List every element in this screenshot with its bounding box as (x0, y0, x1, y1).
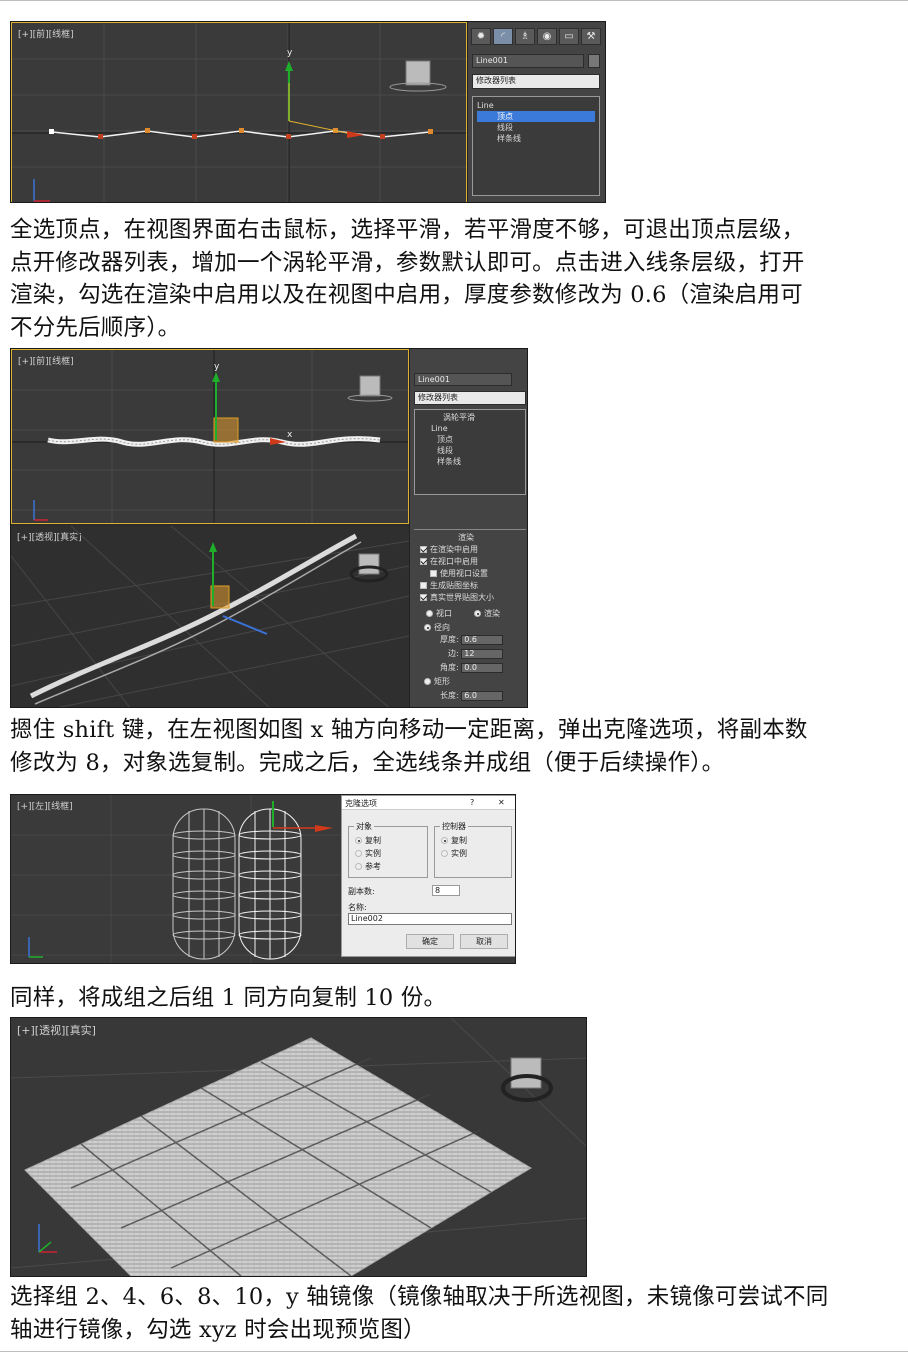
front-viewport[interactable]: [+][前][线框] y x (11, 349, 409, 524)
controller-group: 控制器 复制 实例 (434, 821, 512, 878)
display-tab-icon[interactable]: ▭ (559, 28, 579, 45)
motion-tab-icon[interactable]: ◉ (537, 28, 557, 45)
close-icon[interactable]: ✕ (498, 798, 505, 807)
modifier-stack: Line 顶点 线段 样条线 (472, 96, 600, 196)
instruction-paragraph-1: 全选顶点，在视图界面右击鼠标，选择平滑，若平滑度不够，可退出顶点层级， 点开修改… (10, 214, 900, 344)
perspective-viewport[interactable]: [+][透视][真实] (11, 1018, 586, 1276)
viewcube-icon (389, 60, 447, 92)
rollout-title[interactable]: 渲染 (458, 532, 474, 543)
angle-spinner[interactable]: 角度: 0.0 (440, 662, 504, 673)
help-icon[interactable]: ? (470, 798, 474, 807)
group-title: 控制器 (440, 821, 468, 832)
copies-spinner[interactable]: 8 (432, 885, 460, 896)
utilities-tab-icon[interactable]: ⚒ (581, 28, 601, 45)
dialog-title: 克隆选项 (345, 799, 377, 808)
panel-tabs: ✹ ◜ ♗ ◉ ▭ ⚒ (471, 28, 601, 45)
instruction-paragraph-4: 选择组 2、4、6、8、10，y 轴镜像（镜像轴取决于所选视图，未镜像可尝试不同… (10, 1281, 900, 1346)
controller-copy-radio[interactable]: 复制 (441, 835, 467, 846)
stack-item-spline[interactable]: 样条线 (419, 456, 521, 467)
wire-tube-right (238, 808, 302, 960)
woven-surface (24, 1037, 532, 1276)
radial-radio[interactable]: 径向 (424, 622, 450, 633)
generate-mapping-checkbox[interactable]: 生成贴图坐标 (420, 580, 478, 591)
viewport-drawing (11, 1018, 586, 1276)
stack-item-line[interactable]: Line (419, 423, 521, 434)
object-reference-radio[interactable]: 参考 (355, 861, 381, 872)
real-world-map-size-checkbox[interactable]: 真实世界贴图大小 (420, 592, 494, 603)
perspective-viewport[interactable]: [+][透视][真实] (11, 526, 409, 707)
paragraph-line: 轴进行镜像，勾选 xyz 时会出现预览图） (10, 1316, 426, 1343)
stack-item-spline[interactable]: 样条线 (477, 133, 595, 144)
screenshot-clone-options: [+][左][线框] 克隆选项 ? ✕ 对象 复制 实例 参考 控制器 复制 实… (10, 794, 516, 964)
enable-in-viewport-checkbox[interactable]: 在视口中启用 (420, 556, 478, 567)
name-label: 名称: (348, 903, 367, 912)
wire-tube-left (172, 808, 236, 960)
viewport-radio[interactable]: 视口 (426, 608, 452, 619)
instruction-paragraph-3: 同样，将成组之后组 1 同方向复制 10 份。 (10, 982, 900, 1015)
controller-instance-radio[interactable]: 实例 (441, 848, 467, 859)
command-panel: ✹ ◜ ♗ ◉ ▭ ⚒ Line001 修改器列表 Line 顶点 线段 样条线 (467, 22, 605, 202)
viewport-drawing (12, 23, 466, 202)
screenshot-woven-surface: [+][透视][真实] (10, 1017, 587, 1277)
stack-item-vertex[interactable]: 顶点 (419, 434, 521, 445)
create-tab-icon[interactable]: ✹ (471, 28, 491, 45)
gizmo-y-label: y (287, 48, 293, 58)
instruction-paragraph-2: 摁住 shift 键，在左视图如图 x 轴方向移动一定距离，弹出克隆选项，将副本… (10, 714, 900, 779)
object-name-field[interactable]: Line001 (414, 373, 512, 386)
command-panel: Line001 修改器列表 涡轮平滑 Line 顶点 线段 样条线 渲染 在渲染… (409, 349, 527, 707)
stack-item-segment[interactable]: 线段 (477, 122, 595, 133)
paragraph-line: 渲染，勾选在渲染中启用以及在视图中启用，厚度参数修改为 0.6（渲染启用可 (10, 282, 803, 308)
object-group: 对象 复制 实例 参考 (348, 821, 428, 878)
rectangular-radio[interactable]: 矩形 (424, 676, 450, 687)
page-top-rule (0, 0, 908, 1)
hierarchy-tab-icon[interactable]: ♗ (515, 28, 535, 45)
paragraph-line: 选择组 2、4、6、8、10，y 轴镜像（镜像轴取决于所选视图，未镜像可尝试不同 (10, 1284, 829, 1310)
dialog-titlebar: 克隆选项 ? ✕ (342, 796, 515, 810)
thickness-spinner[interactable]: 厚度: 0.6 (440, 634, 504, 645)
gizmo-y-label: y (214, 362, 220, 372)
viewport-drawing (11, 526, 409, 707)
clone-options-dialog: 克隆选项 ? ✕ 对象 复制 实例 参考 控制器 复制 实例 副本数: 8 名称… (341, 795, 515, 957)
object-instance-radio[interactable]: 实例 (355, 848, 381, 859)
renderer-radio[interactable]: 渲染 (474, 608, 500, 619)
name-field[interactable]: Line002 (348, 913, 512, 925)
viewcube-icon (347, 375, 393, 402)
stack-item-turbosmooth[interactable]: 涡轮平滑 (419, 412, 521, 423)
modifier-stack: 涡轮平滑 Line 顶点 线段 样条线 (414, 409, 526, 495)
sides-spinner[interactable]: 边: 12 (448, 648, 504, 659)
group-title: 对象 (354, 821, 374, 832)
paragraph-line: 全选顶点，在视图界面右击鼠标，选择平滑，若平滑度不够，可退出顶点层级， (10, 217, 805, 243)
screenshot-spline-vertices: [+][前][线框] y ✹ ◜ ♗ ◉ ▭ ⚒ Line001 修改器列表 L… (10, 21, 606, 203)
screenshot-turbosmooth-render: [+][前][线框] y x [+][透视][真实] Line001 修改器列表… (10, 348, 528, 708)
ok-button[interactable]: 确定 (406, 934, 454, 949)
cancel-button[interactable]: 取消 (460, 934, 508, 949)
paragraph-line: 同样，将成组之后组 1 同方向复制 10 份。 (10, 985, 447, 1011)
gizmo-x-label: x (287, 430, 293, 440)
paragraph-line: 修改为 8，对象选复制。完成之后，全选线条并成组（便于后续操作）。 (10, 749, 725, 776)
modifier-list-dropdown[interactable]: 修改器列表 (472, 74, 600, 89)
viewport-drawing (12, 350, 408, 523)
object-copy-radio[interactable]: 复制 (355, 835, 381, 846)
object-name-field[interactable]: Line001 (472, 54, 584, 68)
stack-item-line[interactable]: Line (477, 100, 595, 111)
use-viewport-settings-checkbox[interactable]: 使用视口设置 (430, 568, 488, 579)
stack-item-segment[interactable]: 线段 (419, 445, 521, 456)
length-spinner[interactable]: 长度: 6.0 (440, 690, 504, 701)
enable-in-renderer-checkbox[interactable]: 在渲染中启用 (420, 544, 478, 555)
rendering-rollout: 渲染 在渲染中启用 在视口中启用 使用视口设置 生成贴图坐标 真实世界贴图大小 … (414, 529, 526, 707)
viewcube-icon (501, 1057, 553, 1102)
paragraph-line: 摁住 shift 键，在左视图如图 x 轴方向移动一定距离，弹出克隆选项，将副本… (10, 717, 808, 743)
paragraph-line: 点开修改器列表，增加一个涡轮平滑，参数默认即可。点击进入线条层级，打开 (10, 249, 805, 276)
rendered-spline (29, 533, 358, 699)
modifier-list-dropdown[interactable]: 修改器列表 (414, 391, 526, 405)
stack-item-vertex[interactable]: 顶点 (477, 111, 595, 122)
paragraph-line: 不分先后顺序）。 (10, 314, 181, 341)
copies-label: 副本数: (348, 887, 375, 896)
front-viewport[interactable]: [+][前][线框] y (11, 22, 467, 202)
modify-tab-icon[interactable]: ◜ (493, 28, 513, 45)
color-swatch[interactable] (588, 54, 600, 68)
